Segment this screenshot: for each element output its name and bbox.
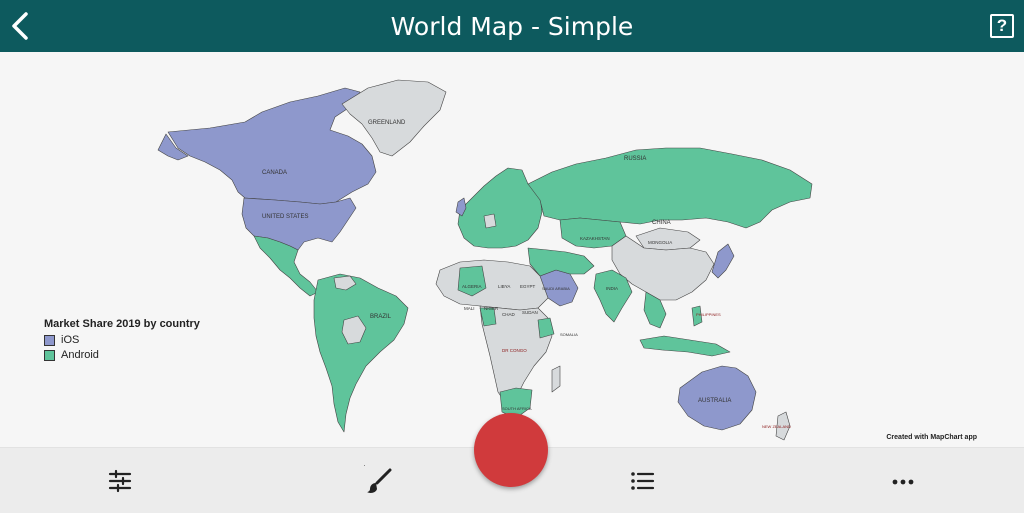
country-madagascar[interactable] [551,365,561,393]
legend-item-android[interactable]: Android [44,349,200,361]
list-button[interactable] [627,466,657,496]
world-map[interactable]: GREENLAND CANADA UNITED STATES RUSSIA CH… [0,52,1024,447]
label-dr-congo: DR CONGO [502,348,527,353]
label-philippines: PHILIPPINES [696,312,721,317]
country-indonesia[interactable] [639,335,731,357]
label-kazakhstan: KAZAKHSTAN [580,236,610,241]
label-chad: CHAD [502,312,516,317]
more-horizontal-icon [892,479,914,485]
label-india: INDIA [606,286,618,291]
label-china: CHINA [652,220,671,226]
brush-button[interactable] [364,465,394,496]
help-button[interactable]: ? [990,14,1014,38]
label-canada: CANADA [262,170,287,176]
more-button[interactable] [888,466,918,496]
legend-label-android: Android [61,349,99,361]
country-mongolia[interactable] [635,227,701,251]
label-sudan: SUDAN [522,310,538,315]
country-russia[interactable] [527,147,813,229]
legend-item-ios[interactable]: iOS [44,334,200,346]
list-icon [631,472,655,490]
record-button[interactable] [474,413,548,487]
world-map-canvas[interactable]: GREENLAND CANADA UNITED STATES RUSSIA CH… [0,52,1024,447]
label-egypt: EGYPT [520,284,536,289]
help-box-icon: ? [996,16,1008,35]
settings-button[interactable] [105,466,135,496]
label-somalia: SOMALIA [560,332,578,337]
country-japan[interactable] [711,243,735,279]
region-europe[interactable] [457,167,543,249]
label-mali: MALI [464,306,475,311]
legend-swatch-ios [44,334,55,346]
label-libya: LIBYA [498,284,510,289]
label-mongolia: MONGOLIA [648,240,672,245]
country-germany[interactable] [483,213,497,229]
map-credit: Created with MapChart app [886,434,977,441]
label-brazil: BRAZIL [370,314,392,320]
label-niger: NIGER [484,306,499,311]
legend-title: Market Share 2019 by country [44,318,200,330]
label-algeria: ALGERIA [462,284,482,289]
label-united-states: UNITED STATES [262,214,308,220]
label-saudi-arabia: SAUDI ARABIA [542,286,570,291]
label-south-africa: SOUTH AFRICA [502,406,532,411]
label-russia: RUSSIA [624,156,646,162]
country-brazil[interactable] [313,273,409,433]
label-greenland: GREENLAND [368,120,406,126]
legend-swatch-android [44,349,55,361]
legend-label-ios: iOS [61,334,80,346]
paint-brush-icon [364,465,392,493]
page-title: World Map - Simple [390,12,634,41]
map-legend[interactable]: Market Share 2019 by country iOS Android [44,318,200,364]
country-mexico[interactable] [253,235,319,297]
label-new-zealand: NEW ZEALAND [762,424,791,429]
label-australia: AUSTRALIA [698,398,731,404]
top-app-bar: World Map - Simple ? [0,0,1024,52]
sliders-icon [108,469,132,493]
